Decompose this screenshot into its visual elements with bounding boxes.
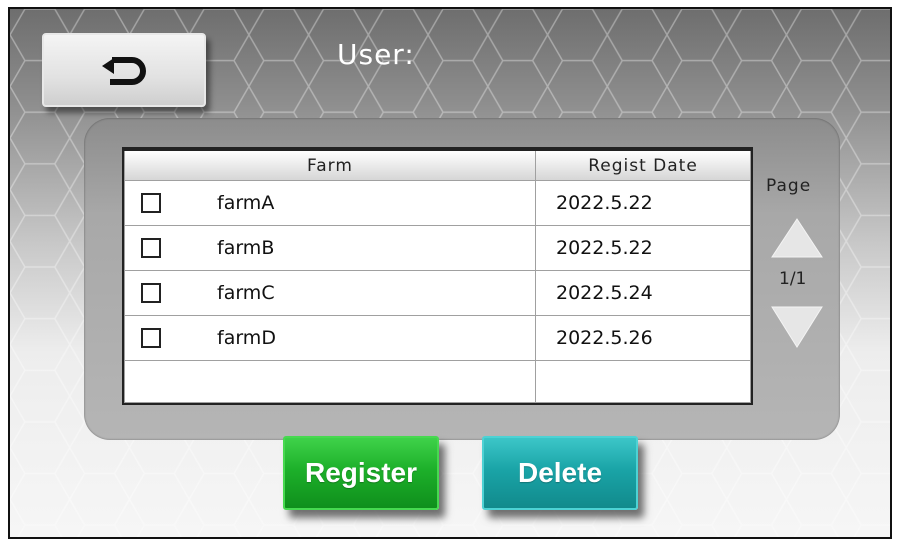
regist-date: 2022.5.26 (556, 327, 653, 349)
farm-name: farmC (217, 282, 275, 304)
page-down-icon[interactable] (770, 305, 824, 349)
farm-name: farmD (217, 327, 276, 349)
page-count: 1/1 (779, 269, 807, 289)
column-header-regist-date: Regist Date (535, 149, 751, 181)
farm-table: Farm Regist Date farmA 2022.5.22 farmB 2… (122, 147, 753, 405)
user-label: User: (337, 38, 415, 71)
table-row[interactable]: farmC 2022.5.24 (124, 270, 751, 316)
back-button[interactable] (42, 33, 206, 107)
row-checkbox[interactable] (141, 283, 161, 303)
delete-button[interactable]: Delete (482, 436, 638, 510)
table-row-empty (124, 360, 751, 403)
regist-date: 2022.5.22 (556, 192, 653, 214)
register-button[interactable]: Register (283, 436, 439, 510)
regist-date: 2022.5.22 (556, 237, 653, 259)
return-arrow-icon (102, 57, 146, 85)
farm-name: farmB (217, 237, 275, 259)
row-checkbox[interactable] (141, 328, 161, 348)
row-checkbox[interactable] (141, 193, 161, 213)
table-row[interactable]: farmB 2022.5.22 (124, 225, 751, 271)
page-label: Page (766, 176, 812, 196)
column-header-farm: Farm (124, 149, 536, 181)
table-row[interactable]: farmD 2022.5.26 (124, 315, 751, 361)
farm-name: farmA (217, 192, 275, 214)
row-checkbox[interactable] (141, 238, 161, 258)
table-row[interactable]: farmA 2022.5.22 (124, 180, 751, 226)
page-up-icon[interactable] (770, 217, 824, 259)
regist-date: 2022.5.24 (556, 282, 653, 304)
